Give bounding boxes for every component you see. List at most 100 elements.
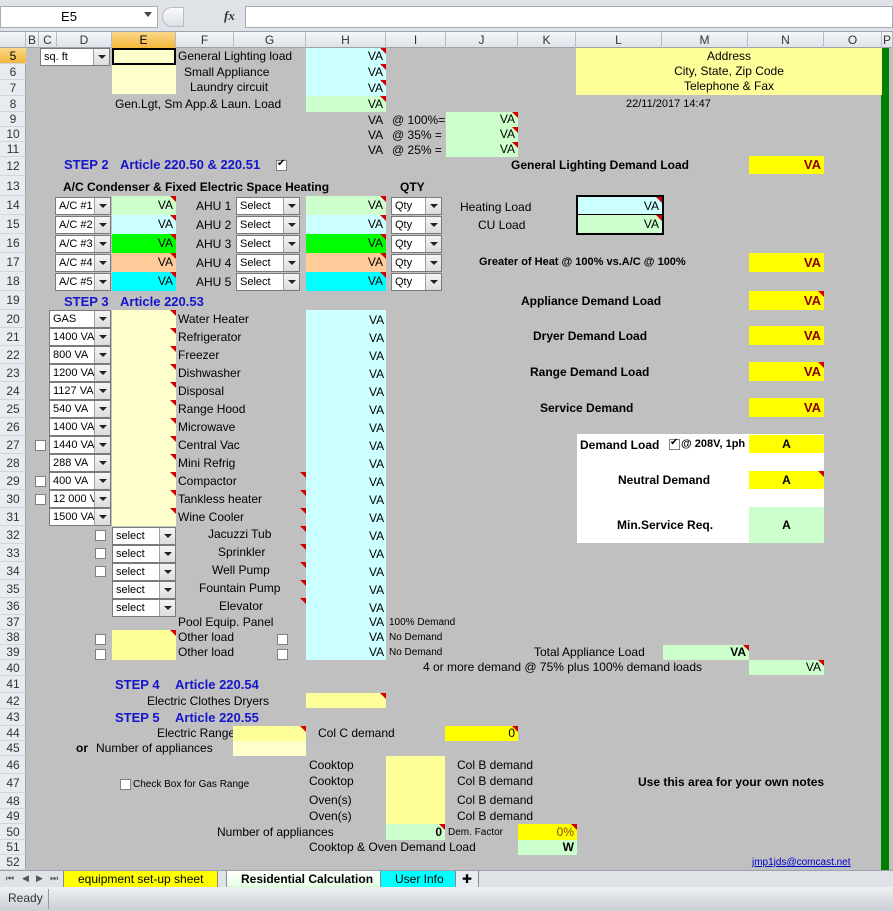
ahu-select-5[interactable]: Select	[236, 273, 300, 291]
dem-factor-value[interactable]: 0%	[518, 824, 577, 840]
optional-select-3[interactable]: select	[112, 563, 176, 581]
appliance-demand-value[interactable]: VA	[749, 291, 824, 310]
ahu-va-2[interactable]: VA	[306, 215, 386, 234]
column-header-l[interactable]: L	[576, 32, 662, 48]
row-header-26[interactable]: 26	[0, 418, 26, 436]
appliance-select-7[interactable]: 1400 VA	[49, 418, 111, 436]
chevron-down-icon[interactable]	[94, 509, 110, 525]
optional-select-1[interactable]: select	[112, 527, 176, 545]
ahu-select-4[interactable]: Select	[236, 254, 300, 272]
chevron-down-icon[interactable]	[94, 419, 110, 435]
chevron-down-icon[interactable]	[425, 198, 441, 214]
ahu-select-3[interactable]: Select	[236, 235, 300, 253]
other-load-checkbox-3[interactable]	[277, 634, 288, 645]
appliance-qty-7[interactable]	[112, 418, 176, 436]
row-header-37[interactable]: 37	[0, 615, 26, 630]
chevron-down-icon[interactable]	[425, 274, 441, 290]
row-header-12[interactable]: 12	[0, 157, 26, 176]
ahu-va-1[interactable]: VA	[306, 196, 386, 215]
address-block[interactable]: Address City, State, Zip Code Telephone …	[576, 48, 882, 95]
row-header-17[interactable]: 17	[0, 253, 26, 272]
ac-va-4[interactable]: VA	[112, 253, 176, 272]
column-header-c[interactable]: C	[39, 32, 57, 48]
ac-select-2[interactable]: A/C #2	[55, 216, 111, 234]
chevron-down-icon[interactable]	[94, 365, 110, 381]
chevron-down-icon[interactable]	[283, 198, 299, 214]
optional-select-5[interactable]: select	[112, 599, 176, 617]
appliance-checkbox-8[interactable]	[35, 440, 46, 451]
last-sheet-icon[interactable]: ⏭	[50, 873, 58, 884]
ahu-va-3[interactable]: VA	[306, 234, 386, 253]
cooktop-oven-value[interactable]: W	[518, 840, 577, 855]
row-header-16[interactable]: 16	[0, 234, 26, 253]
demand-load-checkbox[interactable]	[669, 437, 680, 450]
column-header-m[interactable]: M	[662, 32, 748, 48]
row-header-51[interactable]: 51	[0, 840, 26, 855]
num-appliances2-value[interactable]: 0	[386, 824, 445, 840]
row-header-41[interactable]: 41	[0, 676, 26, 693]
row-header-47[interactable]: 47	[0, 774, 26, 793]
column-header-h[interactable]: H	[306, 32, 386, 48]
appliance-qty-6[interactable]	[112, 400, 176, 418]
row-header-50[interactable]: 50	[0, 824, 26, 840]
row-header-49[interactable]: 49	[0, 809, 26, 824]
first-sheet-icon[interactable]: ⏮	[6, 873, 14, 884]
other-load-checkbox-1[interactable]	[95, 634, 106, 645]
formula-input[interactable]	[245, 6, 893, 28]
row-header-33[interactable]: 33	[0, 544, 26, 562]
appliance-qty-8[interactable]	[112, 436, 176, 454]
row-header-8[interactable]: 8	[0, 96, 26, 112]
column-header-n[interactable]: N	[748, 32, 824, 48]
appliance-select-10[interactable]: 400 VA	[49, 472, 111, 490]
chevron-down-icon[interactable]	[94, 236, 110, 252]
active-cell-e5[interactable]	[112, 48, 176, 65]
column-header-p[interactable]: P	[882, 32, 893, 48]
appliance-qty-9[interactable]	[112, 454, 176, 472]
chevron-down-icon[interactable]	[94, 455, 110, 471]
chevron-down-icon[interactable]	[159, 600, 175, 616]
appliance-select-2[interactable]: 1400 VA	[49, 328, 111, 346]
column-header-o[interactable]: O	[824, 32, 882, 48]
optional-checkbox-3[interactable]	[95, 566, 106, 577]
cu-load-value[interactable]: VA	[578, 215, 662, 233]
ac-va-5[interactable]: VA	[112, 272, 176, 291]
row-header-11[interactable]: 11	[0, 142, 26, 157]
chevron-down-icon[interactable]	[94, 329, 110, 345]
row-header-43[interactable]: 43	[0, 709, 26, 726]
appliance-qty-4[interactable]	[112, 364, 176, 382]
appliance-checkbox-10[interactable]	[35, 476, 46, 487]
ahu-va-5[interactable]: VA	[306, 272, 386, 291]
row-header-34[interactable]: 34	[0, 562, 26, 580]
min-service-value[interactable]: A	[749, 507, 824, 543]
gas-range-checkbox[interactable]	[120, 779, 131, 790]
row-header-48[interactable]: 48	[0, 793, 26, 809]
column-header-k[interactable]: K	[518, 32, 576, 48]
qty-select-5[interactable]: Qty	[391, 273, 442, 291]
chevron-down-icon[interactable]	[283, 217, 299, 233]
column-header-b[interactable]: B	[26, 32, 39, 48]
column-header-i[interactable]: I	[386, 32, 446, 48]
row-header-30[interactable]: 30	[0, 490, 26, 508]
email-link[interactable]: jmp1jds@comcast.net	[752, 857, 851, 868]
chevron-down-icon[interactable]	[94, 383, 110, 399]
cook-input-column[interactable]	[386, 756, 445, 824]
chevron-down-icon[interactable]	[94, 491, 110, 507]
prev-sheet-icon[interactable]: ◀	[22, 873, 29, 884]
insert-function-icon[interactable]: fx	[224, 8, 235, 24]
row-header-27[interactable]: 27	[0, 436, 26, 454]
row-header-19[interactable]: 19	[0, 291, 26, 310]
select-all-corner[interactable]	[0, 32, 26, 48]
ahu-select-2[interactable]: Select	[236, 216, 300, 234]
row-header-46[interactable]: 46	[0, 756, 26, 774]
chevron-down-icon[interactable]	[159, 564, 175, 580]
column-header-e[interactable]: E	[112, 32, 176, 48]
heating-load-value[interactable]: VA	[578, 197, 662, 215]
column-header-d[interactable]: D	[57, 32, 112, 48]
row-header-36[interactable]: 36	[0, 598, 26, 615]
chevron-down-icon[interactable]	[94, 217, 110, 233]
row-header-42[interactable]: 42	[0, 693, 26, 709]
ac-va-3[interactable]: VA	[112, 234, 176, 253]
ac-select-5[interactable]: A/C #5	[55, 273, 111, 291]
gen-lighting-demand-value[interactable]: VA	[749, 156, 824, 174]
row-header-52[interactable]: 52	[0, 855, 26, 870]
